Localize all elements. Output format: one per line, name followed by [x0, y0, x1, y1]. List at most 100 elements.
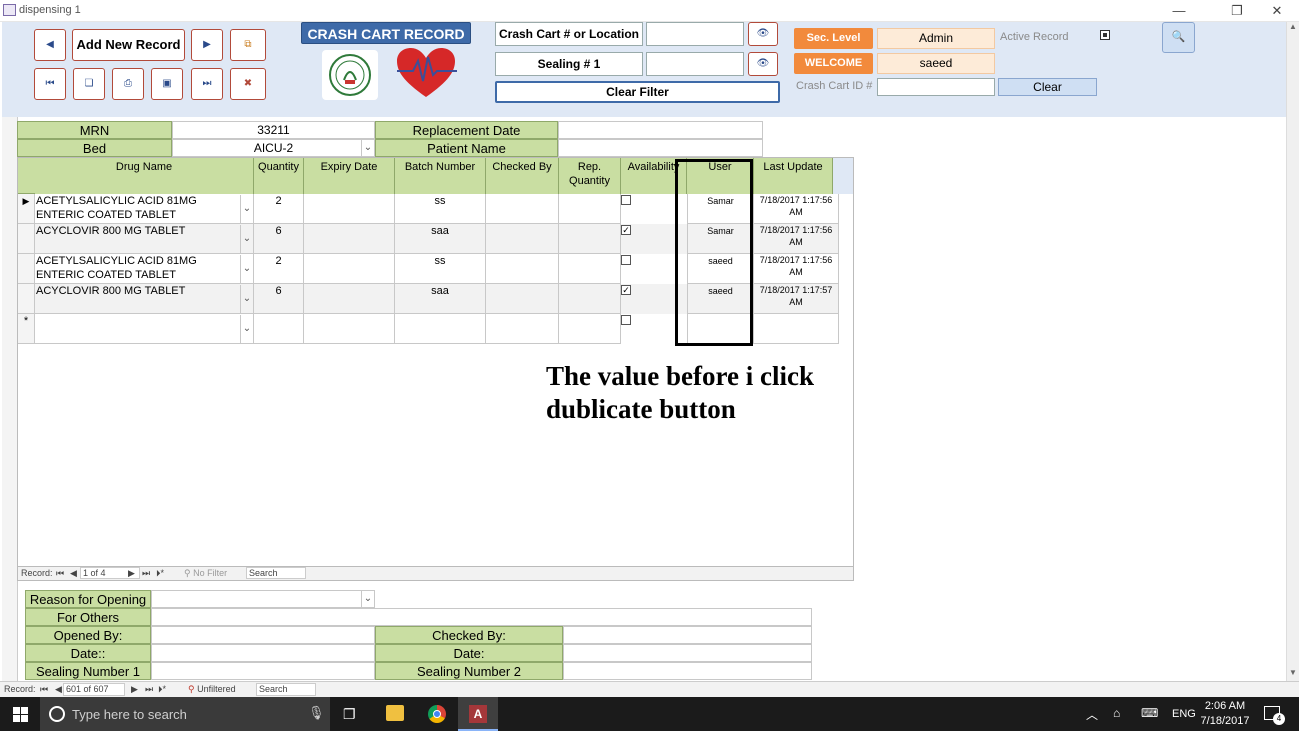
network-icon[interactable]: ⌂: [1113, 706, 1120, 720]
search-input[interactable]: Search: [246, 567, 306, 579]
next-record-button[interactable]: ▶: [191, 29, 223, 61]
bed-combo[interactable]: AICU-2: [172, 139, 375, 157]
batch-number-cell[interactable]: ss: [395, 194, 486, 224]
chevron-down-icon[interactable]: ⌄: [240, 195, 253, 223]
last-update-cell[interactable]: [754, 314, 839, 344]
drug-name-cell[interactable]: [35, 314, 254, 344]
col-batch-number[interactable]: Batch Number: [395, 158, 486, 194]
report-button[interactable]: ▣: [151, 68, 183, 100]
next-record-icon[interactable]: ▶: [128, 568, 135, 579]
copy-button[interactable]: ❏: [73, 68, 105, 100]
expiry-date-cell[interactable]: [304, 314, 395, 344]
sealing1-input[interactable]: [151, 662, 375, 680]
rep-quantity-cell[interactable]: [559, 284, 621, 314]
quantity-cell[interactable]: [254, 314, 304, 344]
quantity-cell[interactable]: 6: [254, 224, 304, 254]
microphone-icon[interactable]: 🎙: [308, 705, 325, 721]
checked-by-cell[interactable]: [486, 314, 559, 344]
close-icon[interactable]: ✕: [1257, 0, 1297, 22]
chevron-down-icon[interactable]: ⌄: [361, 140, 374, 156]
new-record-icon[interactable]: ⏵*: [158, 684, 166, 695]
vertical-scrollbar[interactable]: ▲ ▼: [1286, 22, 1299, 681]
patient-name-input[interactable]: [558, 139, 763, 157]
new-record-icon[interactable]: ⏵*: [156, 568, 164, 579]
search-input[interactable]: Search: [256, 683, 316, 696]
last-record-icon[interactable]: ⏭: [145, 684, 153, 695]
language-indicator[interactable]: ENG: [1172, 708, 1196, 720]
checked-by-cell[interactable]: [486, 224, 559, 254]
clear-filter-button[interactable]: Clear Filter: [495, 81, 780, 103]
first-record-icon[interactable]: ⏮: [40, 684, 48, 695]
row-selector[interactable]: [18, 254, 35, 284]
last-update-cell[interactable]: 7/18/2017 1:17:56 AM: [754, 254, 839, 284]
prev-record-icon[interactable]: ◀: [55, 684, 62, 695]
availability-checkbox[interactable]: ✓: [621, 285, 631, 295]
row-selector[interactable]: [18, 224, 35, 254]
last-update-cell[interactable]: 7/18/2017 1:17:57 AM: [754, 284, 839, 314]
batch-number-cell[interactable]: saa: [395, 224, 486, 254]
expiry-date-cell[interactable]: [304, 254, 395, 284]
col-expiry-date[interactable]: Expiry Date: [304, 158, 395, 194]
expiry-date-cell[interactable]: [304, 284, 395, 314]
quantity-cell[interactable]: 2: [254, 194, 304, 224]
filter-status[interactable]: ⚲ Unfiltered: [188, 684, 236, 695]
drug-name-cell[interactable]: ACYCLOVIR 800 MG TABLET: [35, 224, 254, 254]
search-crash-cart-button[interactable]: 👁: [748, 22, 778, 46]
last-update-cell[interactable]: 7/18/2017 1:17:56 AM: [754, 194, 839, 224]
sealing-input[interactable]: [646, 52, 744, 76]
last-update-cell[interactable]: 7/18/2017 1:17:56 AM: [754, 224, 839, 254]
drug-name-cell[interactable]: ACETYLSALICYLIC ACID 81MG ENTERIC COATED…: [35, 254, 254, 284]
chevron-down-icon[interactable]: ⌄: [240, 285, 253, 313]
quantity-cell[interactable]: 2: [254, 254, 304, 284]
next-record-icon[interactable]: ▶: [131, 684, 138, 695]
quantity-cell[interactable]: 6: [254, 284, 304, 314]
checked-by-input[interactable]: [563, 626, 812, 644]
checked-by-cell[interactable]: [486, 254, 559, 284]
last-record-icon[interactable]: ⏭: [142, 568, 150, 579]
opened-by-input[interactable]: [151, 626, 375, 644]
minimize-icon[interactable]: —: [1159, 0, 1199, 22]
col-last-update[interactable]: Last Update: [754, 158, 833, 194]
drug-name-cell[interactable]: ACYCLOVIR 800 MG TABLET: [35, 284, 254, 314]
chevron-down-icon[interactable]: ⌄: [240, 315, 253, 343]
availability-checkbox[interactable]: ✓: [621, 225, 631, 235]
checked-by-cell[interactable]: [486, 284, 559, 314]
batch-number-cell[interactable]: saa: [395, 284, 486, 314]
crash-cart-input[interactable]: [646, 22, 744, 46]
access-taskbar-item[interactable]: A: [458, 697, 498, 731]
checked-by-cell[interactable]: [486, 194, 559, 224]
reason-combo[interactable]: [151, 590, 375, 608]
last-record-button[interactable]: ⏭: [191, 68, 223, 100]
rep-quantity-cell[interactable]: [559, 254, 621, 284]
action-center-icon[interactable]: 4: [1264, 706, 1285, 725]
restore-icon[interactable]: ❐: [1217, 0, 1257, 22]
taskbar-clock[interactable]: 2:06 AM 7/18/2017: [1200, 699, 1250, 729]
record-selector-strip[interactable]: [2, 117, 18, 681]
row-selector[interactable]: [18, 284, 35, 314]
show-hidden-icons[interactable]: ︿: [1086, 706, 1098, 723]
rep-quantity-cell[interactable]: [559, 194, 621, 224]
record-position[interactable]: 601 of 607: [63, 683, 125, 696]
replacement-date-input[interactable]: [558, 121, 763, 139]
clear-button[interactable]: Clear: [998, 78, 1097, 96]
print-button[interactable]: ⎙: [112, 68, 144, 100]
chevron-down-icon[interactable]: ⌄: [240, 255, 253, 283]
date1-input[interactable]: [151, 644, 375, 662]
search-sealing-button[interactable]: 👁: [748, 52, 778, 76]
batch-number-cell[interactable]: ss: [395, 254, 486, 284]
first-record-button[interactable]: ⏮: [34, 68, 66, 100]
duplicate-record-button[interactable]: ⧉: [230, 29, 266, 61]
rep-quantity-cell[interactable]: [559, 314, 621, 344]
filter-status[interactable]: ⚲ No Filter: [184, 568, 227, 579]
crash-cart-id-input[interactable]: [877, 78, 995, 96]
zoom-button[interactable]: 🔍: [1162, 22, 1195, 53]
availability-checkbox[interactable]: [621, 315, 631, 325]
previous-record-button[interactable]: ◀: [34, 29, 66, 61]
availability-checkbox[interactable]: [621, 255, 631, 265]
taskbar-search-box[interactable]: Type here to search 🎙: [40, 697, 330, 731]
chrome-icon[interactable]: [428, 705, 446, 723]
rep-quantity-cell[interactable]: [559, 224, 621, 254]
col-rep-quantity[interactable]: Rep. Quantity: [559, 158, 621, 194]
add-new-record-button[interactable]: Add New Record: [72, 29, 185, 61]
chevron-down-icon[interactable]: ⌄: [240, 225, 253, 253]
